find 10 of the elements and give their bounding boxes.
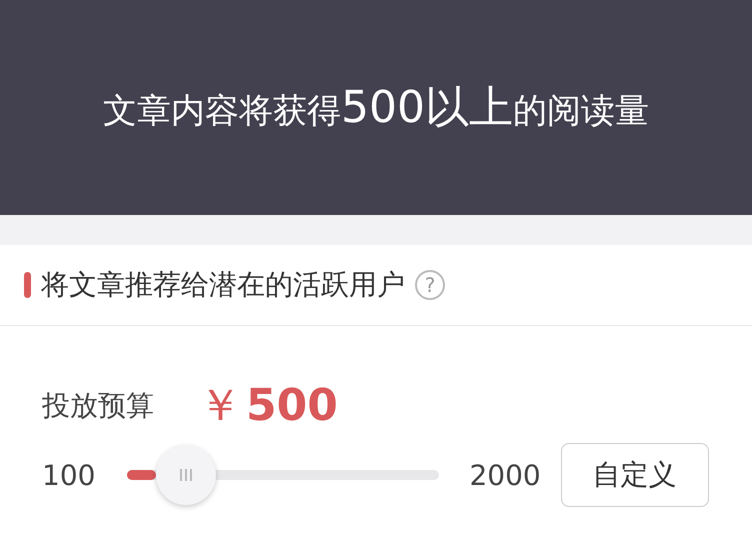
accent-bar [24,272,31,298]
section-title: 将文章推荐给潜在的活跃用户 [41,267,405,303]
slider-thumb[interactable] [156,445,216,505]
min-value: 100 [42,458,96,492]
budget-label: 投放预算 [42,388,154,424]
budget-amount: 500 [246,380,338,431]
banner-text: 文章内容将获得500以上的阅读量 [103,81,649,135]
currency-symbol: ￥ [198,379,242,433]
custom-button[interactable]: 自定义 [560,443,709,507]
max-value: 2000 [469,458,541,492]
